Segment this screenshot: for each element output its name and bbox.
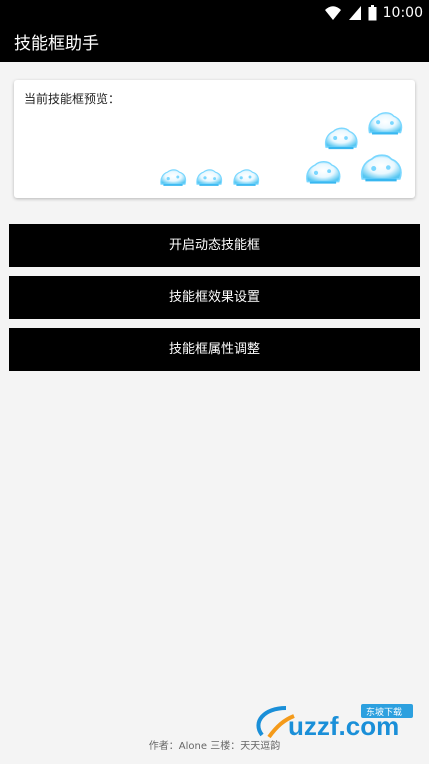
skill-frame-attribute-adjust-button[interactable]: 技能框属性调整: [9, 328, 420, 371]
skill-frame-effect-settings-button[interactable]: 技能框效果设置: [9, 276, 420, 319]
skill-frame-icon: [356, 143, 406, 192]
status-icons: 10:00: [324, 4, 423, 22]
skill-frame-icon: [321, 119, 361, 157]
start-dynamic-skill-frame-label: 开启动态技能框: [168, 237, 260, 253]
skill-frame-icon: [302, 152, 344, 192]
watermark-badge-text: 东坡下载: [366, 706, 402, 718]
signal-icon: [348, 5, 362, 21]
skill-frame-attribute-adjust-label: 技能框属性调整: [168, 341, 260, 357]
skill-frame-preview-card: 当前技能框预览：: [14, 80, 415, 198]
app-title: 技能框助手: [14, 34, 99, 54]
app-bar: 技能框助手: [0, 26, 429, 62]
author-footer: 作者：Alone 三楼：天天逗韵: [148, 741, 281, 752]
preview-label: 当前技能框预览：: [24, 92, 121, 106]
skill-frame-icon: [157, 162, 189, 192]
skill-frame-icon: [230, 162, 262, 192]
status-bar: 10:00: [0, 0, 429, 26]
battery-icon: [368, 5, 377, 21]
skill-frame-effect-settings-label: 技能框效果设置: [168, 289, 260, 305]
wifi-icon: [324, 5, 342, 21]
skill-frame-icon: [364, 104, 406, 142]
status-time: 10:00: [382, 5, 423, 21]
start-dynamic-skill-frame-button[interactable]: 开启动态技能框: [9, 224, 420, 267]
skill-frame-icon: [193, 162, 225, 192]
